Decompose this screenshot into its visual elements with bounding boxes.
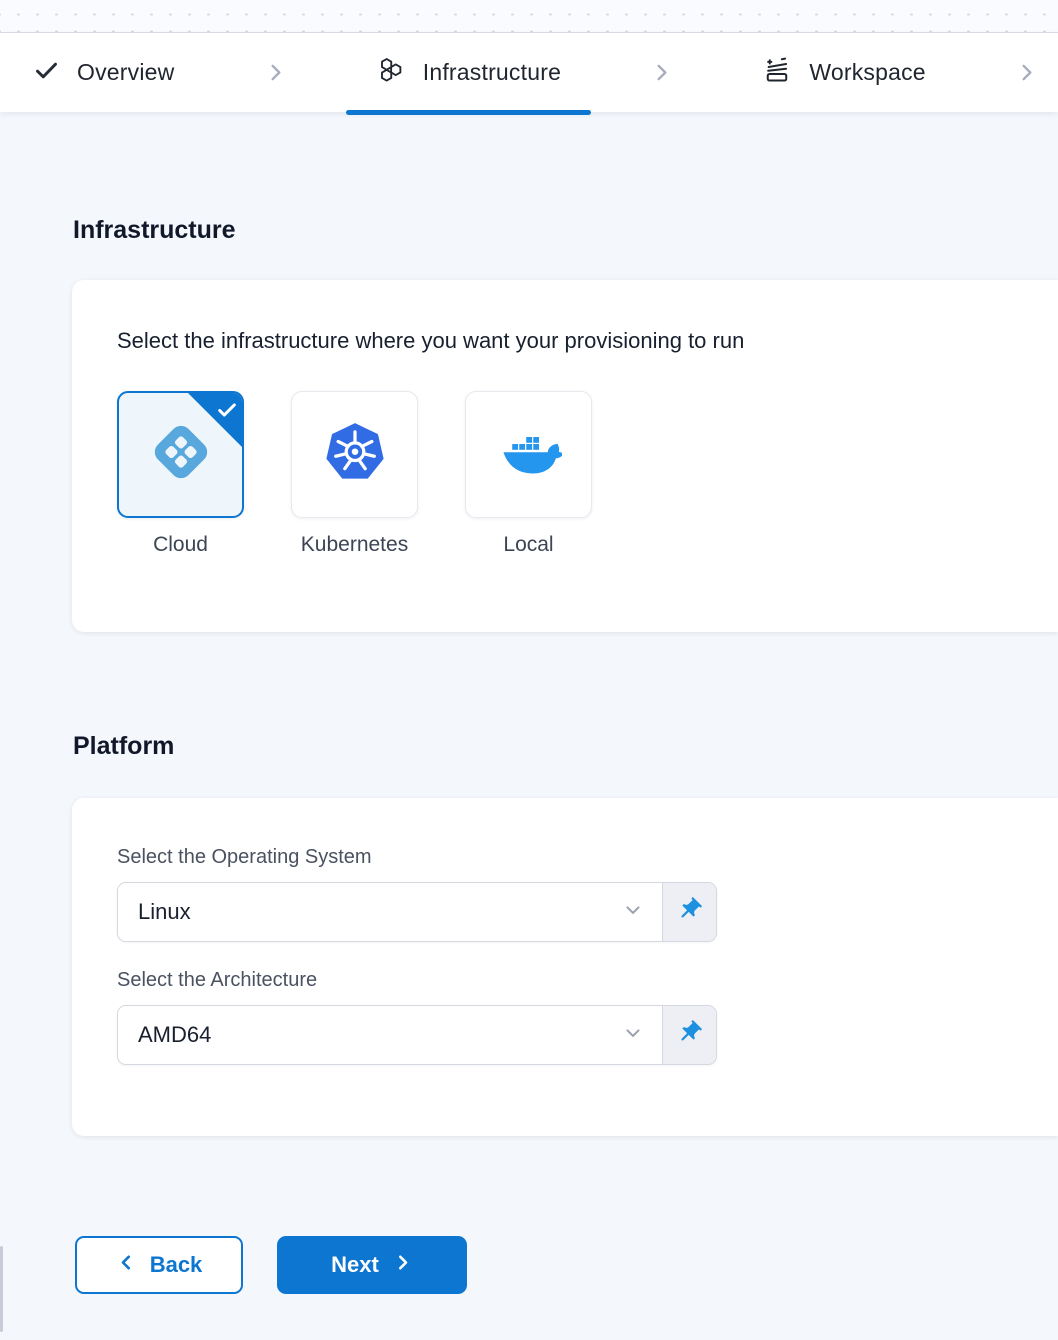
cloud-tile-label: Cloud [153,533,208,557]
left-scrollbar-thumb[interactable] [0,1246,3,1332]
os-select[interactable]: Linux [118,883,662,941]
check-icon [33,57,60,89]
docker-icon [496,419,562,490]
chevron-right-icon [392,1252,413,1279]
arch-select-group: AMD64 [117,1005,717,1065]
pushpin-icon [676,896,703,928]
infrastructure-options: Cloud [117,391,1018,557]
cloud-tile[interactable] [117,391,244,518]
check-icon [216,399,238,421]
step-infrastructure-label: Infrastructure [423,59,561,86]
kubernetes-icon [321,418,389,491]
hexagons-icon [376,55,406,90]
wizard-stepper: Overview Infrastructure [0,33,1058,112]
next-button[interactable]: Next [277,1236,467,1294]
platform-section-title: Platform [73,732,1058,761]
os-select-group: Linux [117,882,717,942]
os-select-value: Linux [138,899,191,925]
option-cloud: Cloud [117,391,244,557]
chevron-down-icon [622,1022,644,1049]
option-local: Local [465,391,592,557]
dotted-header-strip [0,0,1058,33]
cloud-provider-icon [144,415,218,494]
step-overview-label: Overview [77,59,174,86]
infrastructure-card: Select the infrastructure where you want… [72,280,1058,632]
kubernetes-tile[interactable] [291,391,418,518]
infrastructure-section-title: Infrastructure [73,216,1058,245]
option-kubernetes: Kubernetes [291,391,418,557]
arch-select[interactable]: AMD64 [118,1006,662,1064]
chevron-left-icon [116,1252,137,1279]
back-button[interactable]: Back [75,1236,243,1294]
step-workspace-label: Workspace [809,59,925,86]
step-workspace[interactable]: Workspace [732,33,955,112]
os-field-label: Select the Operating System [117,846,1018,869]
arch-field-label: Select the Architecture [117,969,1018,992]
step-overview[interactable]: Overview [33,33,204,112]
step-infrastructure[interactable]: Infrastructure [346,33,591,112]
kubernetes-tile-label: Kubernetes [301,533,408,557]
infrastructure-prompt: Select the infrastructure where you want… [117,328,1018,354]
chevron-right-icon [650,61,673,84]
os-pin-button[interactable] [662,883,716,941]
wizard-footer: Back Next [75,1236,1058,1294]
local-tile-label: Local [503,533,553,557]
arch-pin-button[interactable] [662,1006,716,1064]
arch-select-value: AMD64 [138,1022,211,1048]
next-button-label: Next [331,1252,379,1278]
chevron-down-icon [622,899,644,926]
chevron-right-icon [1015,61,1038,84]
platform-card: Select the Operating System Linux Select… [72,798,1058,1136]
local-tile[interactable] [465,391,592,518]
chevron-right-icon [264,61,287,84]
back-button-label: Back [150,1252,203,1278]
stack-icon [762,55,792,90]
pushpin-icon [676,1019,703,1051]
